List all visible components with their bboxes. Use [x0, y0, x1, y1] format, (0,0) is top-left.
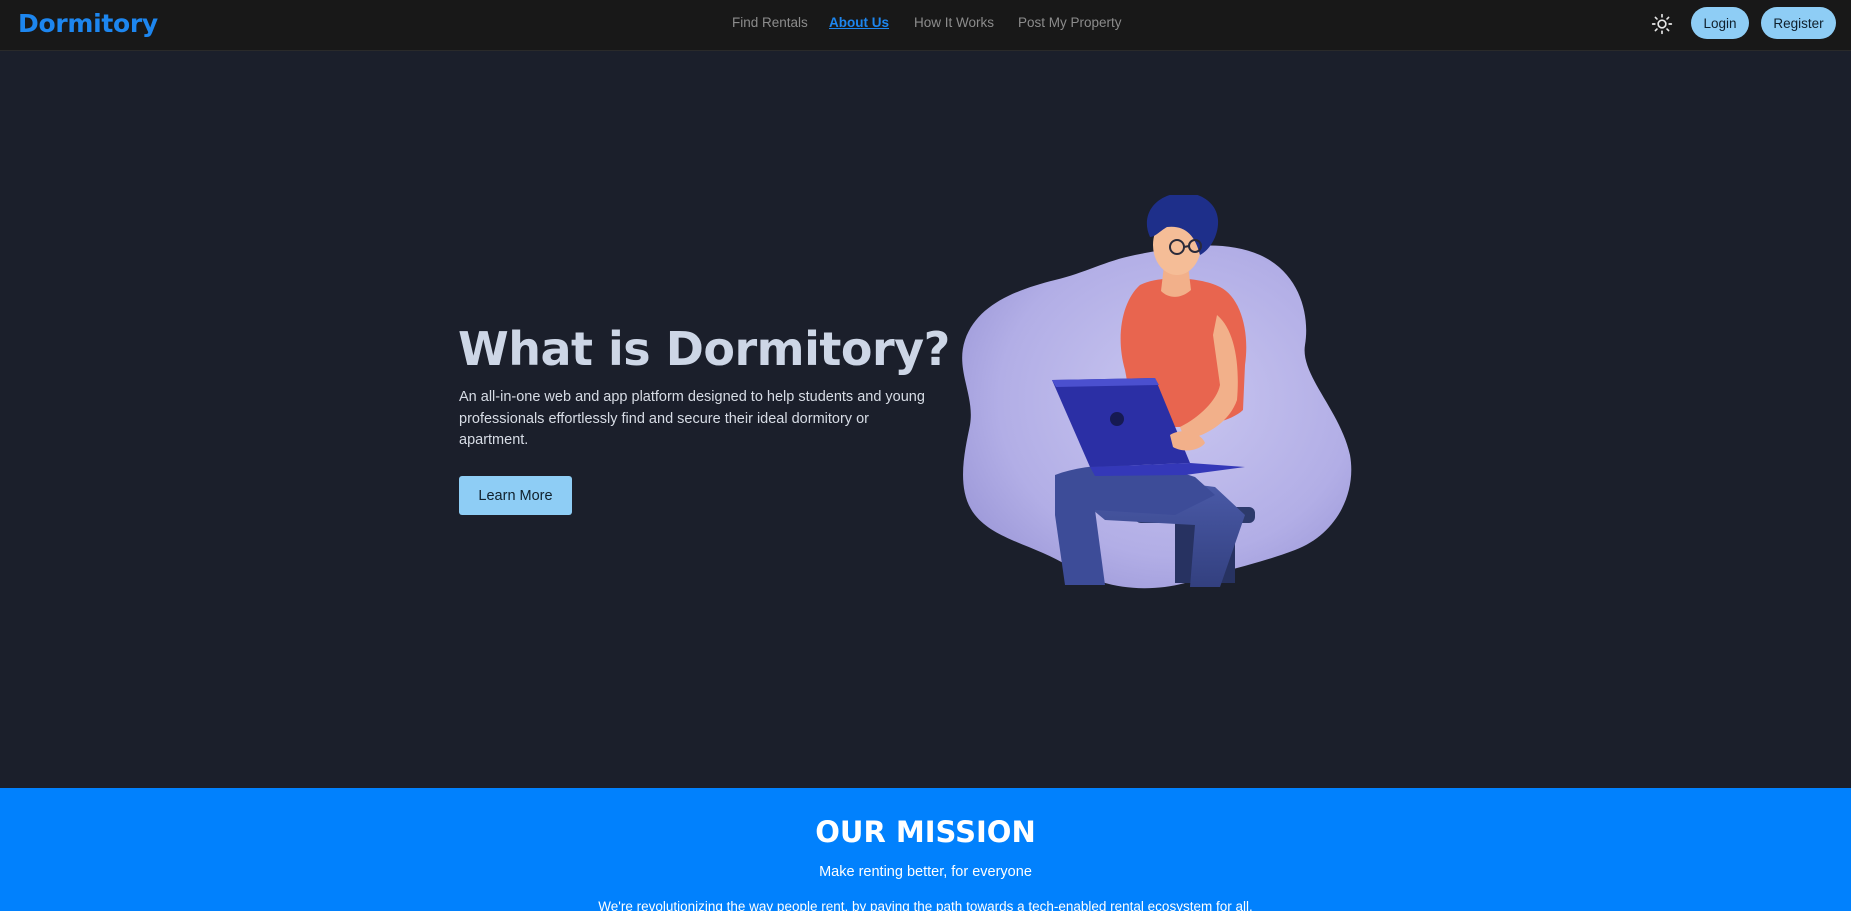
mission-body: We're revolutionizing the way people ren…	[598, 899, 1253, 911]
register-button[interactable]: Register	[1761, 7, 1836, 39]
mission-title: OUR MISSION	[815, 815, 1036, 849]
hero-description: An all-in-one web and app platform desig…	[459, 389, 925, 448]
mission-subtitle: Make renting better, for everyone	[819, 864, 1032, 880]
login-button[interactable]: Login	[1691, 7, 1749, 39]
theme-toggle-button[interactable]	[1649, 11, 1675, 37]
learn-more-button[interactable]: Learn More	[459, 476, 572, 515]
nav-link-find-rentals[interactable]: Find Rentals	[732, 15, 808, 30]
navbar: Dormitory Find Rentals About Us How It W…	[0, 0, 1851, 51]
person-with-laptop-illustration	[962, 195, 1352, 589]
nav-link-about-us[interactable]: About Us	[829, 15, 889, 30]
mission-section: OUR MISSION Make renting better, for eve…	[0, 788, 1851, 911]
nav-link-how-it-works[interactable]: How It Works	[914, 15, 994, 30]
nav-links: Find Rentals About Us How It Works Post …	[0, 15, 1851, 35]
hero-title: What is Dormitory?	[458, 322, 950, 376]
sun-icon	[1651, 13, 1673, 35]
nav-link-post-my-property[interactable]: Post My Property	[1018, 15, 1122, 30]
